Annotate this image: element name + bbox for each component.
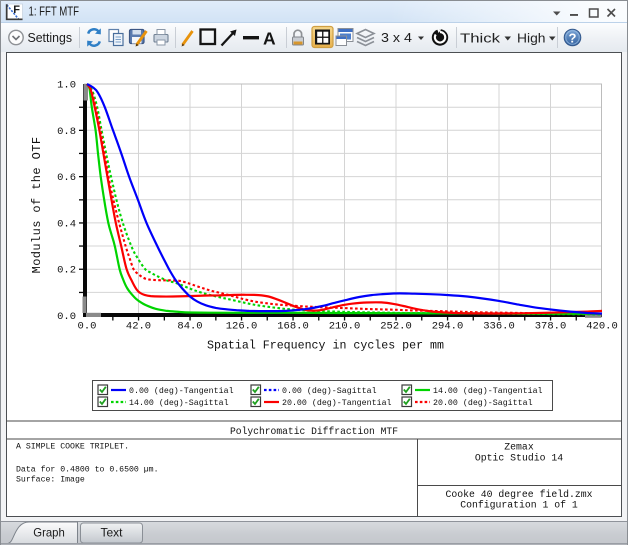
svg-text:Text: Text <box>100 526 123 540</box>
svg-text:Settings: Settings <box>28 31 73 45</box>
svg-text:Graph: Graph <box>33 526 65 540</box>
svg-text:?: ? <box>569 31 577 46</box>
svg-text:Thick: Thick <box>460 31 501 46</box>
svg-text:F: F <box>13 4 20 16</box>
svg-text:A: A <box>263 29 276 49</box>
svg-text:High: High <box>517 31 546 46</box>
svg-text:1: FFT MTF: 1: FFT MTF <box>29 5 80 19</box>
svg-text:3 x 4: 3 x 4 <box>381 31 412 45</box>
